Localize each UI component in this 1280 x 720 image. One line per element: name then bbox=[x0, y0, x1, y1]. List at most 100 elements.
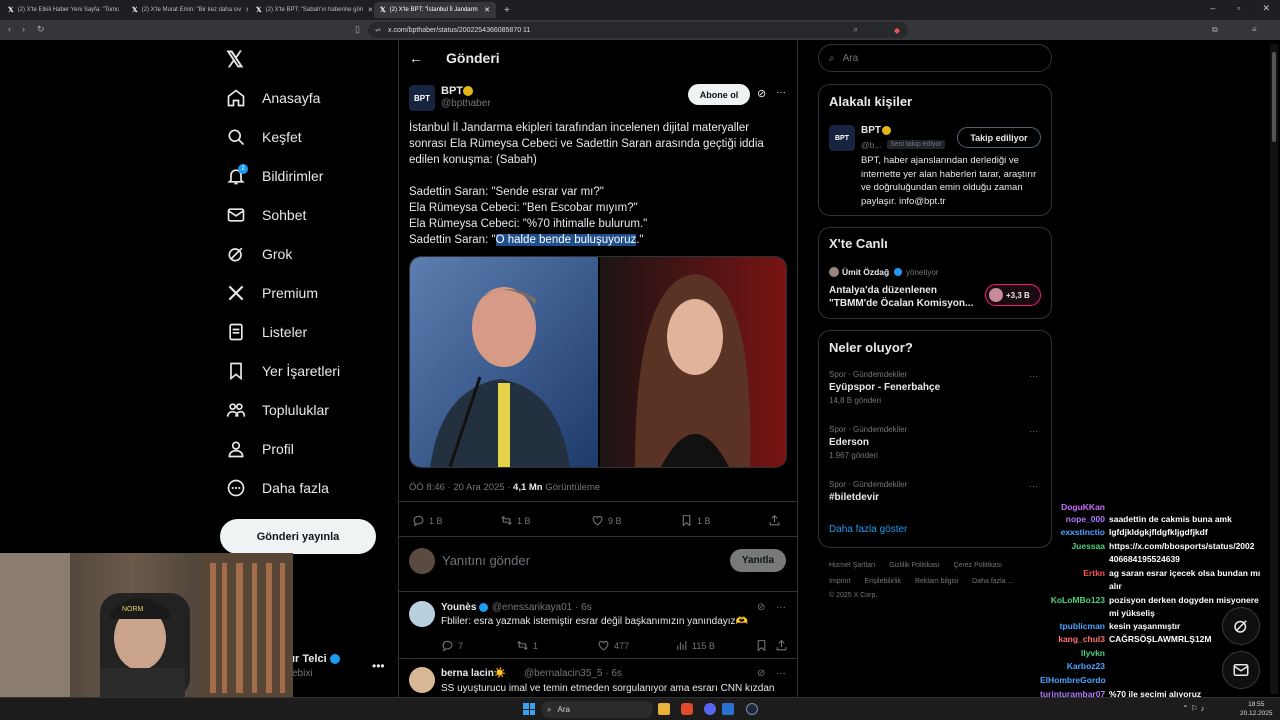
shield-icon[interactable]: ◆ bbox=[894, 26, 900, 35]
site-info-icon[interactable]: ⇌ bbox=[375, 26, 381, 34]
nav-premium[interactable]: Premium bbox=[226, 283, 318, 303]
chat-username[interactable]: exxstinctio bbox=[1040, 527, 1105, 537]
live-title[interactable]: Antalya'da düzenlenen "TBMM'de Öcalan Ko… bbox=[829, 284, 979, 310]
scrollbar-thumb[interactable] bbox=[1272, 52, 1276, 142]
more-icon[interactable]: ··· bbox=[776, 602, 786, 613]
retweet-button[interactable]: 1 bbox=[516, 639, 538, 652]
new-tab-button[interactable]: + bbox=[504, 5, 510, 16]
forward-icon[interactable]: › bbox=[22, 24, 25, 34]
close-icon[interactable]: ✕ bbox=[484, 6, 490, 14]
grok-float-button[interactable] bbox=[1222, 607, 1260, 645]
zoom-icon[interactable]: ⌕ bbox=[854, 25, 858, 35]
bookmark-icon[interactable]: ▯ bbox=[355, 24, 360, 35]
footer-link[interactable]: Hizmet Şartları bbox=[829, 562, 875, 569]
messages-float-button[interactable] bbox=[1222, 651, 1260, 689]
more-icon[interactable]: ··· bbox=[776, 668, 786, 679]
discord-icon[interactable] bbox=[704, 703, 716, 715]
nav-more[interactable]: Daha fazla bbox=[226, 478, 329, 498]
live-host[interactable]: Ümit Özdağ bbox=[842, 267, 889, 277]
trend-item[interactable]: Spor · Gündemdekiler Eyüpspor - Fenerbah… bbox=[829, 370, 940, 405]
brave-icon[interactable] bbox=[681, 703, 693, 715]
bookmark-button[interactable]: 1 B bbox=[680, 514, 711, 527]
retweet-button[interactable]: 1 B bbox=[500, 514, 531, 527]
nav-home[interactable]: Anasayfa bbox=[226, 88, 320, 108]
footer-link[interactable]: Gizlilik Politikası bbox=[889, 562, 939, 569]
subscribe-button[interactable]: Abone ol bbox=[688, 84, 750, 105]
back-arrow-icon[interactable]: ← bbox=[409, 50, 423, 66]
tray-icons[interactable]: ⌃ ⚐ ♪ bbox=[1182, 704, 1204, 713]
steam-icon[interactable] bbox=[746, 703, 758, 715]
chat-username[interactable]: nope_000 bbox=[1040, 514, 1105, 524]
like-button[interactable]: 477 bbox=[597, 639, 629, 652]
chat-username[interactable]: ElHombreGordo bbox=[1040, 675, 1106, 685]
more-icon[interactable]: ··· bbox=[1029, 426, 1038, 436]
views-button[interactable]: 115 B bbox=[675, 639, 715, 652]
footer-link[interactable]: Daha fazla ... bbox=[972, 578, 1013, 585]
chat-username[interactable]: Juessaa bbox=[1040, 541, 1105, 551]
footer-link[interactable]: Reklam bilgisi bbox=[915, 578, 958, 585]
tweet-media[interactable] bbox=[409, 256, 787, 468]
window-close-icon[interactable]: ✕ bbox=[1262, 3, 1270, 14]
avatar[interactable] bbox=[409, 601, 435, 627]
reply-author-handle[interactable]: @enessarikaya01 · 6s bbox=[492, 602, 592, 613]
more-icon[interactable]: ··· bbox=[776, 87, 786, 98]
footer-link[interactable]: Imprint bbox=[829, 578, 850, 585]
chat-username[interactable]: llyvkn bbox=[1040, 648, 1105, 658]
close-icon[interactable]: ✕ bbox=[123, 6, 124, 14]
chat-username[interactable]: Ertkn bbox=[1040, 568, 1105, 578]
reply-submit-button[interactable]: Yanıtla bbox=[730, 549, 786, 572]
share-button[interactable] bbox=[768, 514, 781, 527]
app-icon[interactable] bbox=[722, 703, 734, 715]
browser-tab[interactable]: 𝕏(2) X'te Murat Emin: "Bir kez daha sıv✕ bbox=[126, 2, 248, 18]
file-explorer-icon[interactable] bbox=[658, 703, 670, 715]
x-logo-icon[interactable]: 𝕏 bbox=[226, 47, 244, 73]
back-icon[interactable]: ‹ bbox=[8, 24, 11, 34]
windows-start-icon[interactable] bbox=[523, 703, 535, 715]
grok-icon[interactable]: ⊘ bbox=[757, 668, 765, 679]
nav-profile[interactable]: Profil bbox=[226, 439, 294, 459]
avatar[interactable]: BPT bbox=[829, 125, 855, 151]
following-button[interactable]: Takip ediliyor bbox=[957, 127, 1041, 148]
close-icon[interactable]: ✕ bbox=[367, 6, 372, 14]
menu-icon[interactable]: ≡ bbox=[1252, 25, 1257, 34]
nav-grok[interactable]: Grok bbox=[226, 244, 292, 264]
reply-button[interactable]: 7 bbox=[441, 639, 463, 652]
browser-tab-active[interactable]: 𝕏 (2) X'te BPT: "İstanbul İl Jandarm ✕ bbox=[374, 2, 496, 18]
scrollbar[interactable] bbox=[1270, 44, 1278, 694]
chat-username[interactable]: KoLoMBo123 bbox=[1040, 595, 1105, 605]
post-button[interactable]: Gönderi yayınla bbox=[220, 519, 376, 554]
bookmark-button[interactable] bbox=[755, 639, 768, 652]
share-button[interactable] bbox=[775, 639, 788, 652]
footer-link[interactable]: Çerez Politikası bbox=[953, 562, 1002, 569]
browser-tab[interactable]: 𝕏 (2) X'te BPT: "Sabah'ın haberine görı ✕ bbox=[250, 2, 372, 18]
tweet-author-handle[interactable]: @bpthaber bbox=[441, 98, 491, 109]
grok-icon[interactable]: ⊘ bbox=[757, 602, 765, 613]
footer-link[interactable]: Erişilebilirlik bbox=[864, 578, 901, 585]
more-icon[interactable]: ··· bbox=[1029, 481, 1038, 491]
chat-username[interactable]: tpublicman bbox=[1040, 621, 1105, 631]
chat-username[interactable]: Karboz23 bbox=[1040, 661, 1105, 671]
trend-item[interactable]: Spor · Gündemdekiler #biletdevir bbox=[829, 480, 907, 503]
reply-author-name[interactable]: berna lacin☀️ bbox=[441, 668, 506, 679]
account-name[interactable]: ır Telci bbox=[292, 653, 327, 665]
reply-input[interactable]: Yanıtını gönder bbox=[442, 553, 530, 568]
taskbar-search[interactable]: ⌕ Ara bbox=[541, 701, 653, 718]
account-menu-icon[interactable]: ••• bbox=[372, 659, 385, 673]
extensions-icon[interactable]: ⧉ bbox=[1212, 25, 1218, 35]
trend-item[interactable]: Spor · Gündemdekiler Ederson 1.967 gönde… bbox=[829, 425, 907, 460]
reload-icon[interactable]: ↻ bbox=[37, 24, 45, 35]
more-icon[interactable]: ··· bbox=[1029, 371, 1038, 381]
nav-communities[interactable]: Topluluklar bbox=[226, 400, 329, 420]
search-input[interactable]: ⌕ Ara bbox=[818, 44, 1052, 72]
nav-bookmarks[interactable]: Yer İşaretleri bbox=[226, 361, 340, 381]
maximize-icon[interactable]: ▫ bbox=[1237, 3, 1240, 14]
related-name[interactable]: BPT bbox=[861, 125, 881, 136]
like-button[interactable]: 9 B bbox=[591, 514, 622, 527]
reply-author-handle[interactable]: @bernalacin35_5 · 6s bbox=[524, 668, 622, 679]
tweet-author-name[interactable]: BPT bbox=[441, 85, 463, 97]
nav-lists[interactable]: Listeler bbox=[226, 322, 307, 342]
close-icon[interactable]: ✕ bbox=[245, 6, 248, 14]
url-bar[interactable]: ⇌ x.com/bpthaber/status/2002254366085870… bbox=[368, 22, 908, 38]
nav-chat[interactable]: Sohbet bbox=[226, 205, 306, 225]
show-more-link[interactable]: Daha fazla göster bbox=[829, 524, 907, 535]
